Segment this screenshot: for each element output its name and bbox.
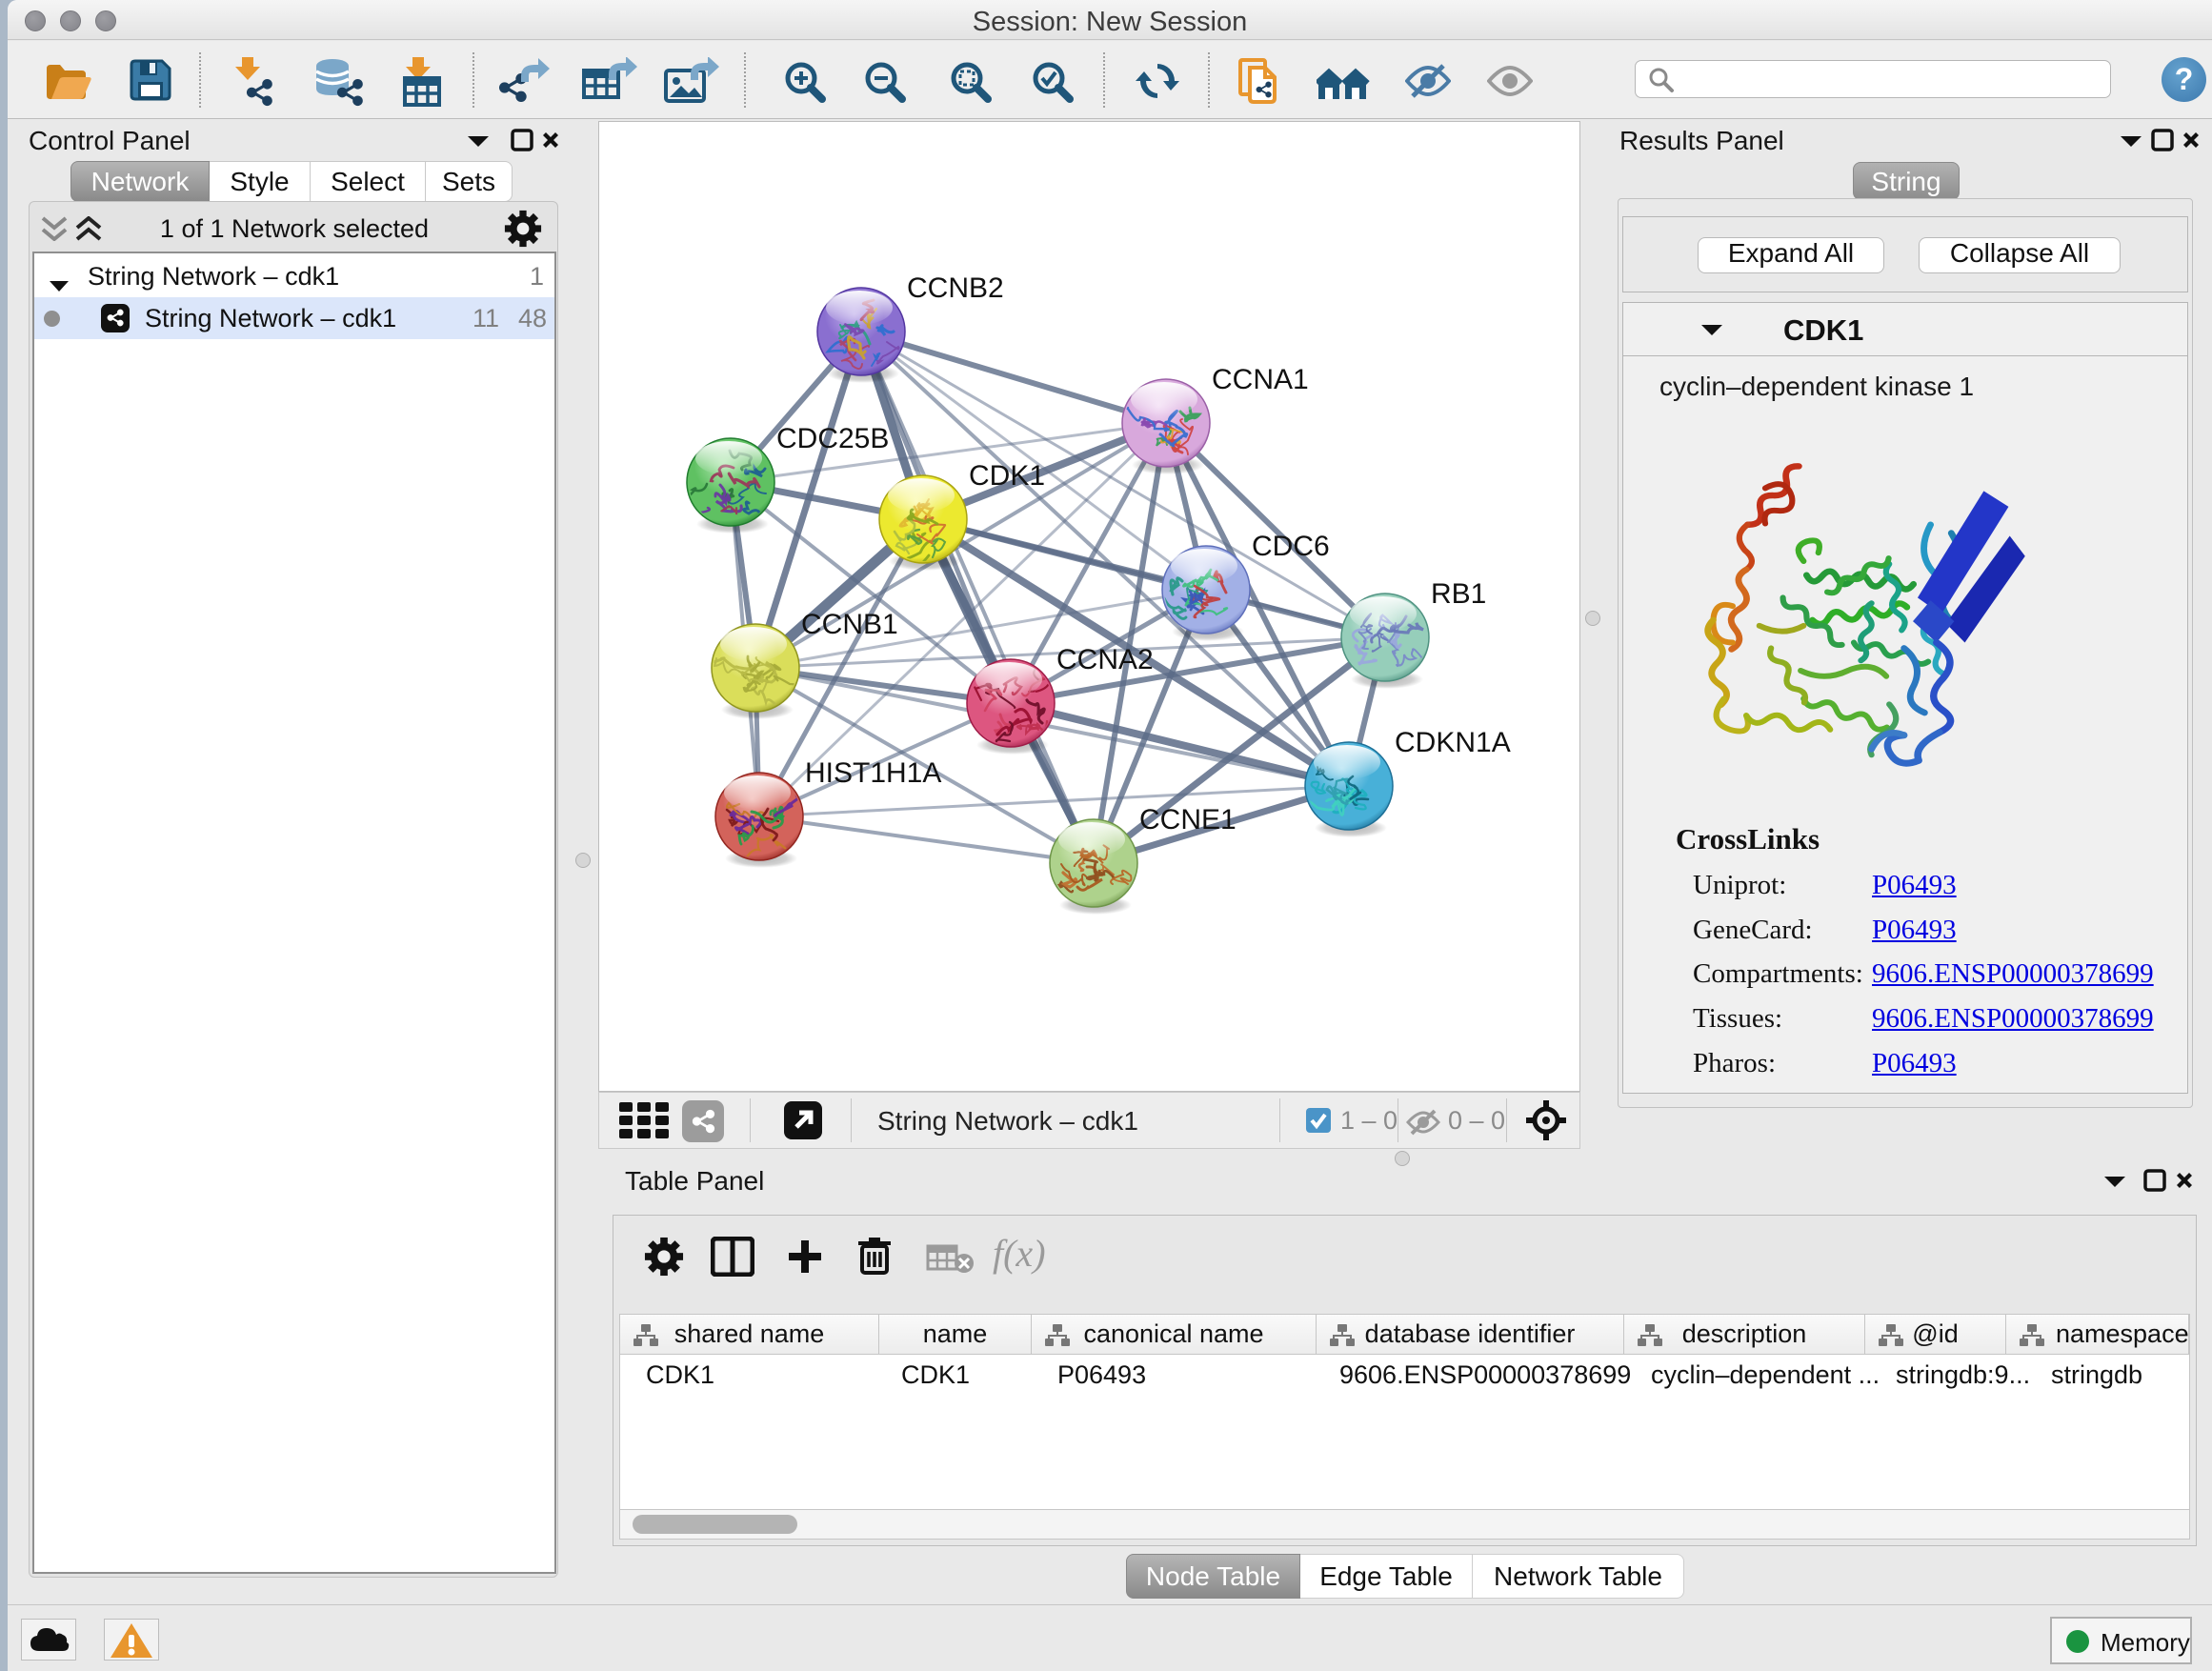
svg-text:CCNA1: CCNA1 — [1212, 364, 1309, 395]
svg-text:CDK1: CDK1 — [969, 460, 1045, 492]
svg-text:RB1: RB1 — [1431, 578, 1486, 610]
svg-text:CDKN1A: CDKN1A — [1395, 727, 1511, 758]
svg-text:CDC6: CDC6 — [1252, 531, 1330, 562]
svg-text:CCNB1: CCNB1 — [801, 609, 898, 640]
svg-text:CCNE1: CCNE1 — [1139, 804, 1237, 836]
svg-text:CCNA2: CCNA2 — [1056, 644, 1154, 675]
svg-text:CCNB2: CCNB2 — [907, 272, 1004, 304]
svg-text:CDC25B: CDC25B — [776, 423, 889, 454]
svg-text:HIST1H1A: HIST1H1A — [805, 757, 941, 789]
